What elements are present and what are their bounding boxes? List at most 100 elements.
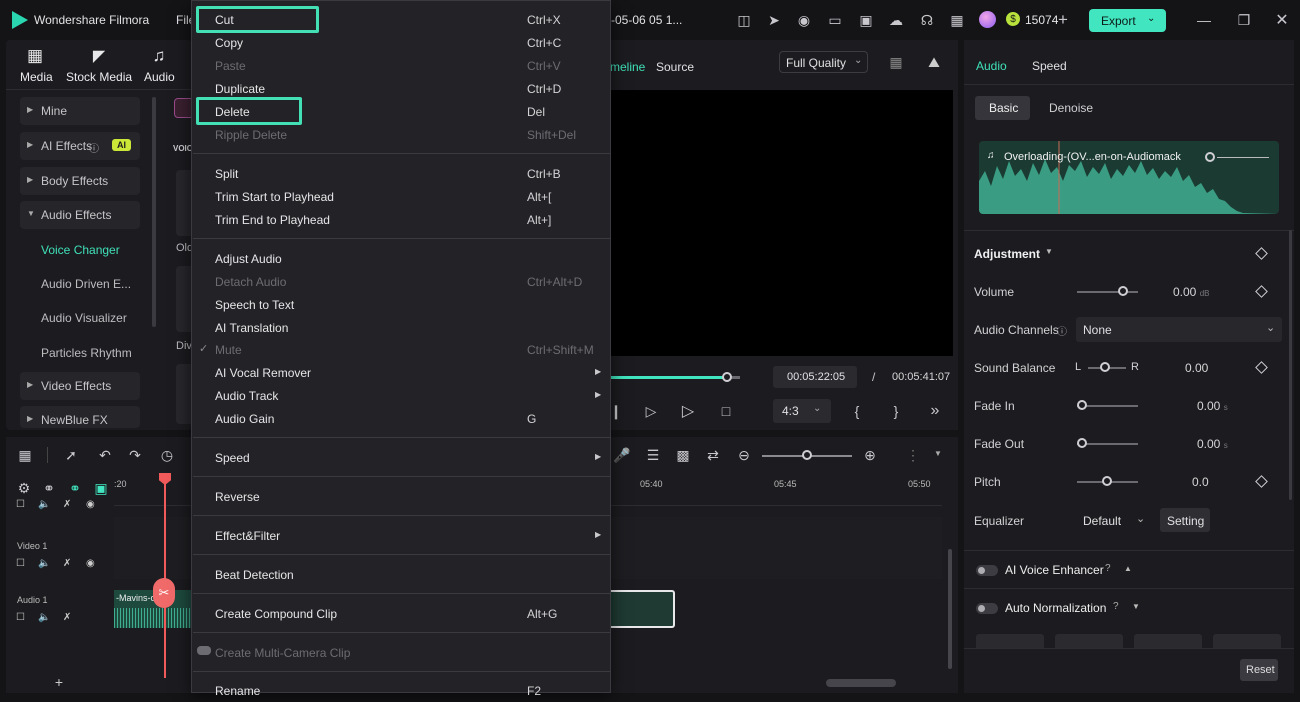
ai-voice-enhancer-toggle[interactable] — [976, 565, 998, 576]
mark-in-icon[interactable]: { — [849, 402, 865, 420]
fade-out-knob[interactable] — [1077, 438, 1087, 448]
sidebar-subitem-voice-changer[interactable]: Voice Changer — [41, 243, 120, 257]
auto-normalization-toggle[interactable] — [976, 603, 998, 614]
eye-icon[interactable]: ◉ — [86, 558, 95, 569]
selected-clip-end[interactable] — [610, 590, 675, 628]
caret-up-icon[interactable]: ▲ — [1124, 564, 1132, 573]
current-time-field[interactable]: 00:05:22:05 — [773, 366, 857, 388]
sidebar-subitem-audio-driven[interactable]: Audio Driven E... — [41, 277, 131, 291]
lock-icon[interactable]: ☐ — [16, 558, 25, 569]
equalizer-dropdown[interactable]: Default ⌄ — [1076, 508, 1154, 532]
restore-icon[interactable]: ❐ — [1235, 11, 1253, 29]
keyframe-icon[interactable] — [1255, 361, 1268, 374]
sidebar-subitem-particles-rhythm[interactable]: Particles Rhythm — [41, 346, 132, 360]
preset-chip[interactable] — [1134, 634, 1202, 648]
menu-item-ai-translation[interactable]: AI Translation — [192, 317, 610, 339]
share-icon[interactable]: ➤ — [765, 11, 783, 29]
link-icon[interactable]: ⚭ — [66, 480, 84, 496]
sidebar-item-body-effects[interactable]: ▶ Body Effects — [20, 167, 140, 195]
menu-item-speech-to-text[interactable]: Speech to Text — [192, 294, 610, 316]
speed-ramp-icon[interactable]: ◷ — [158, 446, 176, 464]
menu-item-effect-filter[interactable]: Effect&Filter ▶ — [192, 525, 610, 547]
mark-out-icon[interactable]: } — [888, 402, 904, 420]
menu-item-ai-vocal-remover[interactable]: AI Vocal Remover ▶ — [192, 362, 610, 384]
group-icon[interactable]: ▣ — [92, 480, 110, 496]
avatar[interactable] — [979, 11, 996, 28]
fade-in-knob[interactable] — [1077, 400, 1087, 410]
keyframe-icon[interactable] — [1255, 475, 1268, 488]
aspect-ratio-dropdown[interactable]: 4:3 ⌄ — [773, 399, 831, 423]
menu-item-trim-start[interactable]: Trim Start to Playhead Alt+[ — [192, 186, 610, 208]
replace-clip-icon[interactable]: ▩ — [674, 446, 692, 464]
more-options-icon[interactable]: ⋮ — [904, 446, 922, 464]
keyframe-icon[interactable] — [1255, 285, 1268, 298]
playhead[interactable] — [164, 474, 166, 678]
preset-chip[interactable] — [976, 634, 1044, 648]
cloud-upload-icon[interactable]: ☁ — [887, 11, 905, 29]
menu-item-reverse[interactable]: Reverse — [192, 486, 610, 508]
volume-icon[interactable]: 🔈 — [38, 499, 50, 510]
tab-speed[interactable]: Speed — [1032, 59, 1067, 73]
balance-knob[interactable] — [1100, 362, 1110, 372]
tab-stock-media[interactable]: ◤ Stock Media — [64, 44, 134, 88]
play-frame-icon[interactable]: ▷ — [642, 402, 660, 420]
export-button[interactable]: Export ⌄ — [1089, 9, 1166, 32]
mute-icon[interactable]: ✗ — [63, 558, 71, 569]
caret-down-icon[interactable]: ▼ — [1132, 602, 1140, 611]
volume-icon[interactable]: 🔈 — [38, 558, 50, 569]
gift-icon[interactable]: ◫ — [735, 11, 753, 29]
menu-item-rename[interactable]: Rename F2 — [192, 680, 610, 702]
tab-audio[interactable]: ♫ Audio — [140, 44, 184, 88]
equalizer-setting-button[interactable]: Setting — [1160, 508, 1210, 532]
quality-dropdown[interactable]: Full Quality ⌄ — [779, 51, 868, 73]
caret-down-icon[interactable]: ▼ — [934, 449, 942, 458]
unlink-icon[interactable]: ⚭ — [41, 480, 57, 496]
add-coins-icon[interactable]: + — [1055, 10, 1071, 29]
caret-down-icon[interactable]: ▼ — [1045, 247, 1053, 256]
reset-button[interactable]: Reset — [1240, 659, 1278, 681]
preset-chip[interactable] — [1213, 634, 1281, 648]
menu-item-audio-gain[interactable]: Audio Gain G — [192, 408, 610, 430]
redo-icon[interactable]: ↷ — [126, 446, 144, 464]
menu-item-speed[interactable]: Speed ▶ — [192, 447, 610, 469]
snapshot-icon[interactable]: ⛰ — [924, 53, 944, 71]
sidebar-item-ai-effects[interactable]: ▶ AI Effects ⓘ AI — [20, 132, 140, 160]
sidebar-item-mine[interactable]: ▶ Mine — [20, 97, 140, 125]
audio-mixer-icon[interactable]: ☰ — [644, 446, 662, 464]
properties-scrollbar[interactable] — [1289, 230, 1292, 500]
menu-item-copy[interactable]: Copy Ctrl+C — [192, 32, 610, 54]
layout-icon[interactable]: ▭ — [826, 11, 844, 29]
scissors-icon[interactable]: ✂ — [153, 578, 175, 608]
sidebar-scrollbar[interactable] — [152, 97, 156, 327]
sidebar-item-audio-effects[interactable]: ▼ Audio Effects — [20, 201, 140, 229]
mute-icon[interactable]: ✗ — [63, 612, 71, 623]
sidebar-item-video-effects[interactable]: ▶ Video Effects — [20, 372, 140, 400]
close-icon[interactable]: ✕ — [1273, 11, 1291, 29]
microphone-icon[interactable]: 🎤 — [613, 446, 630, 464]
fast-forward-icon[interactable]: » — [926, 402, 944, 420]
fit-icon[interactable]: ⇄ — [704, 446, 722, 464]
mute-icon[interactable]: ✗ — [63, 499, 71, 510]
save-icon[interactable]: ▣ — [857, 11, 875, 29]
timeline-vertical-scrollbar[interactable] — [948, 549, 952, 669]
menu-item-create-compound-clip[interactable]: Create Compound Clip Alt+G — [192, 603, 610, 625]
subtab-basic[interactable]: Basic — [975, 96, 1030, 120]
preset-chip[interactable] — [1055, 634, 1123, 648]
lock-icon[interactable]: ☐ — [16, 612, 25, 623]
playhead-handle[interactable] — [159, 473, 171, 485]
menu-item-beat-detection[interactable]: Beat Detection — [192, 564, 610, 586]
help-icon[interactable]: ? — [1105, 563, 1111, 574]
minimize-icon[interactable]: — — [1195, 11, 1213, 29]
sidebar-subitem-audio-visualizer[interactable]: Audio Visualizer — [41, 311, 127, 325]
settings-icon[interactable]: ⚙ — [16, 480, 32, 496]
help-icon[interactable]: ? — [1113, 601, 1119, 612]
zoom-in-icon[interactable]: ⊕ — [861, 446, 879, 464]
layout-grid-icon[interactable]: ▦ — [16, 446, 34, 464]
menu-item-audio-track[interactable]: Audio Track ▶ — [192, 385, 610, 407]
tab-source[interactable]: Source — [656, 60, 694, 74]
audio-channels-dropdown[interactable]: None ⌄ — [1076, 317, 1282, 342]
zoom-knob[interactable] — [802, 450, 812, 460]
audio-waveform-card[interactable]: ♫ Overloading-(OV...en-on-Audiomack — [979, 141, 1279, 214]
menu-item-split[interactable]: Split Ctrl+B — [192, 163, 610, 185]
tab-audio-properties[interactable]: Audio — [976, 59, 1007, 73]
